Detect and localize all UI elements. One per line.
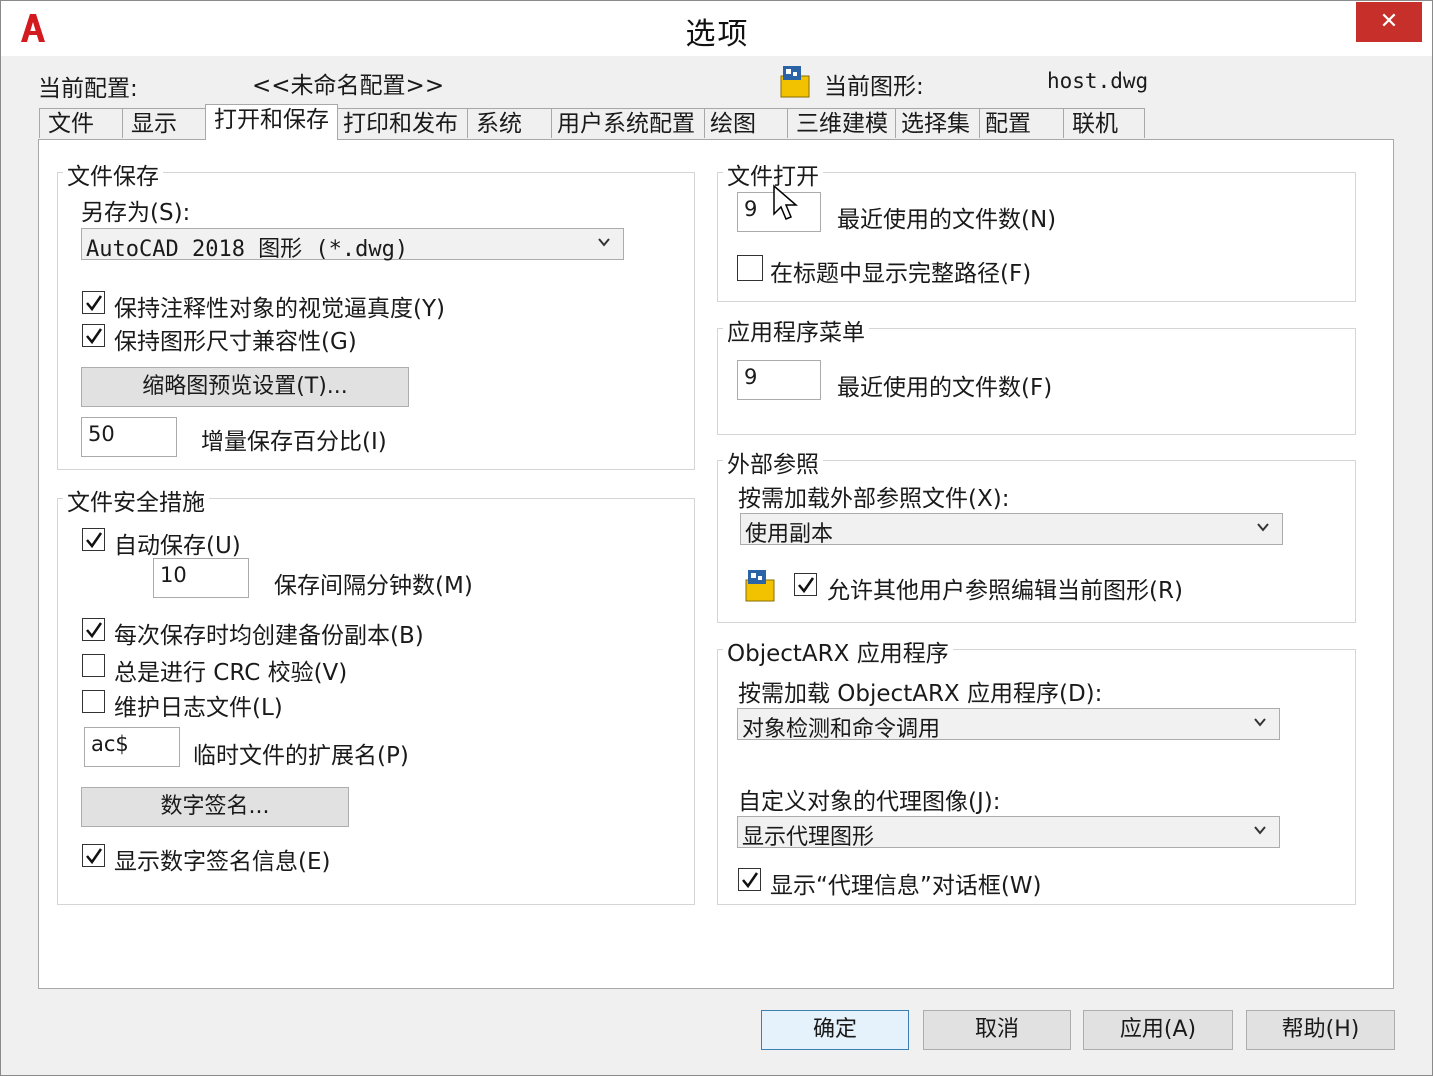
autosave-minutes-input[interactable]: 10 [153, 558, 249, 598]
full-path-checkbox[interactable] [737, 255, 763, 281]
drawing-file-icon [780, 66, 810, 98]
allow-xref-edit-checkbox[interactable] [794, 573, 817, 596]
autosave-label: 自动保存(U) [114, 533, 241, 559]
tab-3d-modeling[interactable]: 三维建模 [787, 108, 896, 138]
xref-demand-load-label: 按需加载外部参照文件(X): [738, 486, 1010, 512]
show-signature-info-label: 显示数字签名信息(E) [114, 849, 331, 875]
current-drawing-value: host.dwg [1047, 69, 1149, 93]
app-menu-recent-label: 最近使用的文件数(F) [837, 375, 1053, 401]
tab-drafting[interactable]: 绘图 [704, 108, 788, 138]
maintain-visual-fidelity-checkbox[interactable] [82, 291, 105, 314]
cancel-button[interactable]: 取消 [923, 1010, 1071, 1050]
tab-profiles[interactable]: 配置 [979, 108, 1064, 138]
incremental-save-label: 增量保存百分比(I) [201, 429, 387, 455]
current-profile-value: <<未命名配置>> [252, 73, 445, 99]
backup-copy-label: 每次保存时均创建备份副本(B) [114, 623, 424, 649]
recent-files-label: 最近使用的文件数(N) [837, 207, 1057, 233]
arx-demand-load-label: 按需加载 ObjectARX 应用程序(D): [738, 681, 1103, 707]
app-menu-title: 应用程序菜单 [723, 313, 869, 347]
autosave-minutes-label: 保存间隔分钟数(M) [274, 573, 473, 599]
tab-panel-open-save: 文件保存 另存为(S): AutoCAD 2018 图形 (*.dwg) 保持注… [38, 139, 1394, 989]
chevron-down-icon [598, 238, 610, 247]
tab-plot-publish[interactable]: 打印和发布 [337, 108, 468, 138]
current-profile-label: 当前配置: [38, 76, 138, 102]
chevron-down-icon [1254, 826, 1266, 835]
arx-demand-load-value: 对象检测和命令调用 [742, 717, 941, 742]
tab-files[interactable]: 文件 [39, 108, 123, 138]
maintain-visual-fidelity-label: 保持注释性对象的视觉逼真度(Y) [114, 296, 445, 322]
save-as-label: 另存为(S): [81, 200, 191, 226]
app-menu-recent-input[interactable]: 9 [737, 360, 821, 400]
proxy-images-label: 自定义对象的代理图像(J): [738, 789, 1001, 815]
chevron-down-icon [1254, 718, 1266, 727]
maintain-drawing-size-checkbox[interactable] [82, 324, 105, 347]
digital-signatures-button[interactable]: 数字签名... [81, 787, 349, 827]
tab-system[interactable]: 系统 [467, 108, 552, 138]
help-button[interactable]: 帮助(H) [1246, 1010, 1395, 1050]
full-path-label: 在标题中显示完整路径(F) [770, 261, 1032, 287]
close-button[interactable]: ✕ [1356, 2, 1422, 42]
xref-title: 外部参照 [723, 445, 823, 479]
maintain-drawing-size-label: 保持图形尺寸兼容性(G) [114, 329, 357, 355]
autosave-checkbox[interactable] [82, 528, 105, 551]
temp-extension-input[interactable]: ac$ [84, 727, 180, 767]
proxy-images-value: 显示代理图形 [742, 825, 875, 850]
objectarx-title: ObjectARX 应用程序 [723, 634, 953, 668]
show-signature-info-checkbox[interactable] [82, 844, 105, 867]
mouse-cursor-icon [773, 184, 799, 220]
log-file-label: 维护日志文件(L) [114, 695, 283, 721]
current-drawing-label: 当前图形: [824, 74, 924, 100]
tab-user-preferences[interactable]: 用户系统配置 [551, 108, 705, 138]
backup-copy-checkbox[interactable] [82, 618, 105, 641]
save-as-value: AutoCAD 2018 图形 (*.dwg) [86, 237, 409, 262]
title-bar: 选项 ✕ [1, 1, 1432, 56]
file-safety-title: 文件安全措施 [63, 483, 209, 517]
drawing-file-icon [745, 570, 775, 602]
chevron-down-icon [1257, 523, 1269, 532]
tab-online[interactable]: 联机 [1063, 108, 1145, 138]
xref-demand-load-value: 使用副本 [745, 522, 834, 547]
proxy-images-select[interactable]: 显示代理图形 [737, 816, 1280, 850]
file-save-title: 文件保存 [63, 157, 163, 191]
incremental-save-input[interactable]: 50 [81, 417, 177, 457]
apply-button[interactable]: 应用(A) [1083, 1010, 1233, 1050]
thumbnail-preview-settings-button[interactable]: 缩略图预览设置(T)... [81, 367, 409, 407]
tab-selection[interactable]: 选择集 [895, 108, 980, 138]
log-file-checkbox[interactable] [82, 690, 105, 713]
temp-extension-label: 临时文件的扩展名(P) [193, 743, 409, 769]
tab-display[interactable]: 显示 [122, 108, 206, 138]
crc-check-checkbox[interactable] [82, 654, 105, 677]
arx-demand-load-select[interactable]: 对象检测和命令调用 [737, 708, 1280, 742]
crc-check-label: 总是进行 CRC 校验(V) [114, 660, 348, 686]
tab-open-save[interactable]: 打开和保存 [205, 104, 338, 140]
show-proxy-dialog-label: 显示“代理信息”对话框(W) [770, 873, 1042, 899]
window-title: 选项 [685, 17, 750, 52]
save-as-select[interactable]: AutoCAD 2018 图形 (*.dwg) [81, 228, 624, 262]
allow-xref-edit-label: 允许其他用户参照编辑当前图形(R) [827, 578, 1183, 604]
xref-demand-load-select[interactable]: 使用副本 [740, 513, 1283, 547]
show-proxy-dialog-checkbox[interactable] [738, 868, 761, 891]
ok-button[interactable]: 确定 [761, 1010, 909, 1050]
